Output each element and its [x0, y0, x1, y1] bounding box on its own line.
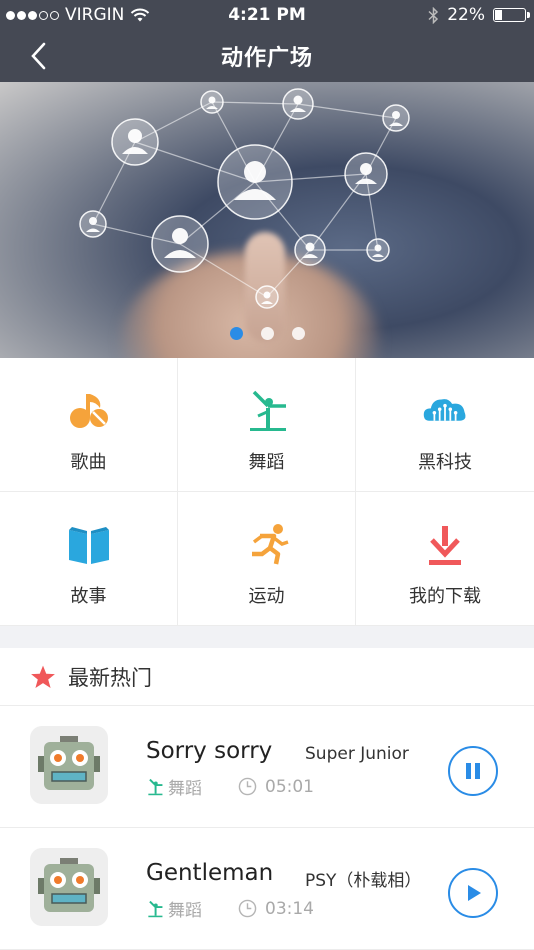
status-bar: VIRGIN 4:21 PM 22%: [0, 0, 534, 30]
hot-section-header: 最新热门: [0, 648, 534, 706]
top-bar: VIRGIN 4:21 PM 22% 动作广场: [0, 0, 534, 82]
dance-icon: [244, 388, 290, 434]
nav-bar: 动作广场: [0, 30, 534, 82]
star-icon: [31, 665, 55, 688]
play-button[interactable]: [448, 868, 498, 918]
artist-name: Super Junior: [305, 744, 409, 764]
song-title: Sorry sorry: [146, 738, 273, 764]
artist-name: PSY（朴载相）: [305, 871, 422, 891]
list-item[interactable]: Gentleman PSY（朴载相） 舞蹈 03:14: [0, 828, 534, 950]
category-label: 黑科技: [418, 452, 472, 473]
song-duration: 05:01: [265, 776, 314, 797]
banner-carousel[interactable]: [0, 82, 534, 358]
category-label: 故事: [70, 586, 107, 607]
book-icon: [66, 522, 112, 568]
song-meta: 舞蹈 03:14: [146, 896, 314, 921]
page-title: 动作广场: [220, 46, 313, 71]
pager-dot[interactable]: [229, 327, 243, 340]
battery-percent: 22%: [447, 5, 485, 25]
section-title: 最新热门: [68, 665, 152, 690]
bluetooth-icon: [428, 6, 439, 24]
category-label: 运动: [248, 586, 285, 607]
category-downloads[interactable]: 我的下载: [356, 492, 534, 626]
download-icon: [422, 522, 468, 568]
network-graphic: [79, 88, 410, 309]
category-tech[interactable]: 黑科技: [356, 358, 534, 492]
song-meta: 舞蹈 05:01: [146, 774, 314, 799]
song-category: 舞蹈: [168, 901, 202, 921]
song-duration: 03:14: [265, 898, 314, 919]
category-label: 舞蹈: [248, 452, 285, 473]
dance-icon: [148, 900, 163, 917]
pause-button[interactable]: [448, 746, 498, 796]
category-grid: 歌曲 舞蹈 黑科技 故事 运动 我的下载: [0, 358, 534, 626]
category-sports[interactable]: 运动: [178, 492, 356, 626]
section-separator: [0, 626, 534, 648]
category-stories[interactable]: 故事: [0, 492, 178, 626]
pager-dot[interactable]: [260, 327, 274, 340]
cloud-tech-icon: [422, 388, 468, 434]
carousel-pager: [0, 327, 534, 340]
robot-thumbnail: [30, 848, 108, 926]
dance-icon: [148, 778, 163, 795]
running-icon: [244, 522, 290, 568]
song-category: 舞蹈: [168, 779, 202, 799]
category-songs[interactable]: 歌曲: [0, 358, 178, 492]
list-item[interactable]: Sorry sorry Super Junior 舞蹈 05:01: [0, 706, 534, 828]
category-label: 歌曲: [70, 452, 107, 473]
play-icon: [468, 885, 481, 901]
pause-icon: [466, 763, 480, 779]
pager-dot[interactable]: [291, 327, 305, 340]
category-dance[interactable]: 舞蹈: [178, 358, 356, 492]
clock-icon: [238, 899, 257, 918]
clock-icon: [238, 777, 257, 796]
robot-thumbnail: [30, 726, 108, 804]
status-right: 22%: [428, 5, 530, 25]
song-title: Gentleman: [146, 860, 274, 886]
music-note-icon: [66, 388, 112, 434]
battery-icon: [493, 8, 530, 22]
category-label: 我的下载: [409, 586, 481, 607]
